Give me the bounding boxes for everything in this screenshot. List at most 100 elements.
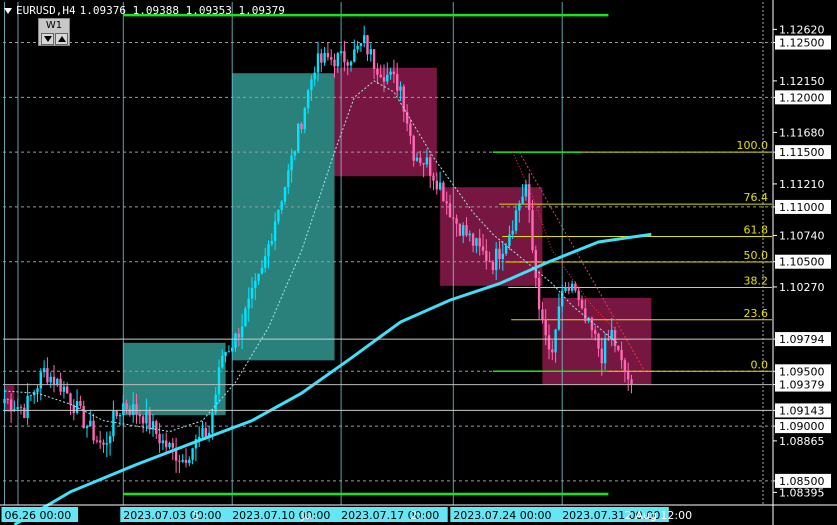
- candle-bull: [313, 72, 316, 80]
- price-label: 1.09794: [779, 333, 825, 346]
- candle-bear: [544, 319, 547, 336]
- candle-bear: [69, 393, 72, 406]
- candle-bear: [531, 209, 534, 251]
- candle-bull: [36, 388, 39, 393]
- time-label: 2 Aug 12:00: [625, 509, 692, 522]
- candle-bear: [458, 223, 462, 236]
- candle-bear: [66, 386, 69, 394]
- candle-bull: [240, 326, 244, 338]
- candle-bear: [343, 51, 346, 63]
- candle-bull: [257, 273, 260, 281]
- candle-bull: [303, 108, 306, 129]
- candle-bear: [99, 440, 102, 443]
- candle-bear: [465, 225, 468, 236]
- timeframe-down-icon[interactable]: [41, 33, 54, 45]
- candle-bear: [125, 403, 128, 410]
- price-label: 1.12000: [779, 91, 825, 104]
- time-label: 2023.07.17 00:00: [341, 509, 439, 522]
- candle-bear: [617, 346, 620, 350]
- candle-bull: [495, 248, 498, 271]
- candle-bear: [141, 416, 145, 424]
- price-label: 1.10500: [779, 256, 825, 269]
- candle-bear: [534, 250, 537, 278]
- candle-bear: [330, 57, 333, 60]
- maroon-zone-box: [4, 385, 15, 412]
- candle-bull: [336, 53, 339, 67]
- candle-bear: [392, 71, 396, 75]
- candle-bear: [613, 329, 617, 347]
- candle-bull: [306, 90, 310, 109]
- candle-bull: [415, 157, 419, 161]
- price-label: 1.10740: [779, 229, 825, 242]
- candle-bear: [300, 123, 303, 129]
- candle-bull: [468, 233, 471, 236]
- candle-bear: [630, 379, 633, 385]
- candle-bull: [132, 404, 135, 415]
- candle-bear: [379, 74, 382, 78]
- candle-bull: [290, 155, 293, 171]
- price-label: 1.09500: [779, 365, 825, 378]
- candle-bull: [610, 329, 613, 340]
- candle-bull: [227, 351, 231, 353]
- candle-bull: [475, 238, 478, 246]
- candle-bull: [260, 267, 264, 274]
- price-chart[interactable]: 100.076.461.850.038.223.60.0 1.126201.12…: [0, 0, 837, 525]
- candle-bear: [135, 404, 138, 415]
- time-label: 2:: [410, 509, 421, 522]
- candle-bull: [339, 51, 343, 54]
- candle-bull: [293, 151, 297, 156]
- candle-bull: [75, 400, 79, 414]
- candle-bull: [501, 253, 504, 259]
- price-label: 1.12620: [779, 23, 825, 36]
- candle-bull: [26, 395, 29, 418]
- candle-bear: [485, 250, 488, 261]
- fib-level-label: 38.2: [744, 274, 769, 287]
- timeframe-switcher[interactable]: W1: [38, 18, 70, 46]
- candle-bull: [3, 398, 6, 404]
- candle-bear: [594, 330, 597, 334]
- candle-bear: [320, 53, 323, 63]
- candle-bull: [62, 386, 66, 392]
- price-label: 1.09000: [779, 420, 825, 433]
- candle-bear: [372, 49, 376, 69]
- price-label: 1.11000: [779, 201, 825, 214]
- candle-bull: [570, 283, 574, 291]
- candle-bull: [181, 459, 184, 462]
- candle-bull: [151, 421, 155, 430]
- candle-bull: [161, 440, 165, 444]
- time-label: 06.26 00:00: [5, 509, 72, 522]
- candle-bear: [366, 35, 369, 55]
- candle-bear: [445, 201, 448, 204]
- time-label: 2023.07.10 00:00: [232, 509, 330, 522]
- candle-bear: [346, 62, 349, 66]
- candle-bear: [382, 77, 386, 82]
- candle-bull: [39, 372, 42, 389]
- candle-bull: [557, 306, 561, 330]
- price-label: 1.10270: [779, 281, 825, 294]
- candle-bull: [287, 170, 290, 188]
- candle-bear: [481, 246, 485, 251]
- candle-bear: [326, 53, 330, 58]
- teal-zone-box: [123, 342, 226, 416]
- candle-bear: [138, 414, 141, 417]
- candle-bull: [310, 79, 313, 91]
- candle-bear: [6, 398, 9, 400]
- candle-bear: [115, 411, 118, 417]
- candle-bear: [455, 218, 458, 224]
- candle-bear: [623, 360, 627, 373]
- teal-zone-box: [232, 73, 335, 361]
- candle-bull: [425, 157, 429, 165]
- candle-bear: [237, 333, 240, 338]
- timeframe-label: W1: [45, 20, 63, 31]
- fib-level-label: 50.0: [744, 249, 769, 262]
- candle-bear: [333, 59, 336, 67]
- candle-bear: [567, 286, 570, 291]
- candle-bear: [541, 309, 544, 320]
- timeframe-up-icon[interactable]: [55, 33, 68, 45]
- candle-bear: [184, 459, 188, 463]
- candle-bear: [551, 349, 554, 353]
- dropdown-triangle-icon[interactable]: [4, 7, 12, 14]
- candle-bear: [19, 407, 23, 409]
- candle-bull: [353, 49, 356, 62]
- candle-bull: [118, 414, 122, 417]
